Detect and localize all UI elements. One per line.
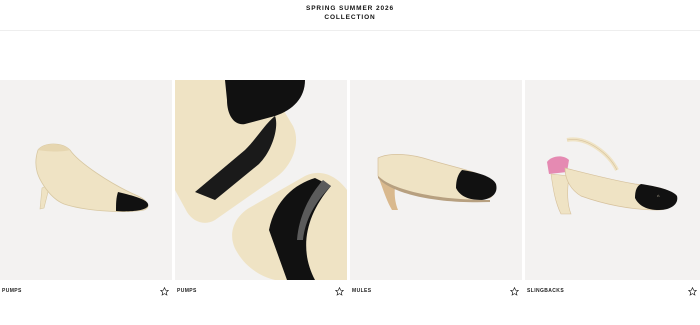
pump-shoe-image	[35, 143, 149, 213]
pump-closeup-image	[175, 80, 347, 280]
star-outline-icon	[334, 286, 344, 296]
product-grid: PUMPS PUMPS MULES ⌂ SLINGBACKS	[0, 80, 700, 320]
wishlist-button[interactable]	[686, 285, 698, 297]
product-category[interactable]: MULES	[352, 288, 372, 294]
page-header: SPRING SUMMER 2026 COLLECTION	[0, 0, 700, 31]
wishlist-button[interactable]	[333, 285, 345, 297]
product-category[interactable]: PUMPS	[2, 288, 22, 294]
star-outline-icon	[159, 286, 169, 296]
product-card[interactable]: ⌂ SLINGBACKS	[525, 80, 700, 320]
wishlist-button[interactable]	[158, 285, 170, 297]
product-image[interactable]	[350, 80, 522, 280]
product-card[interactable]: MULES	[350, 80, 522, 320]
product-category[interactable]: SLINGBACKS	[527, 288, 564, 294]
star-outline-icon	[509, 286, 519, 296]
product-card[interactable]: PUMPS	[175, 80, 347, 320]
product-image[interactable]	[0, 80, 172, 280]
mule-shoe-image	[377, 154, 497, 210]
collection-title-line2: COLLECTION	[324, 14, 376, 21]
product-category[interactable]: PUMPS	[177, 288, 197, 294]
slingback-shoe-image: ⌂	[547, 137, 678, 215]
star-outline-icon	[687, 286, 697, 296]
product-image[interactable]	[175, 80, 347, 280]
wishlist-button[interactable]	[508, 285, 520, 297]
product-image[interactable]: ⌂	[525, 80, 700, 280]
product-card[interactable]: PUMPS	[0, 80, 172, 320]
collection-title-line1: SPRING SUMMER 2026	[305, 5, 395, 12]
